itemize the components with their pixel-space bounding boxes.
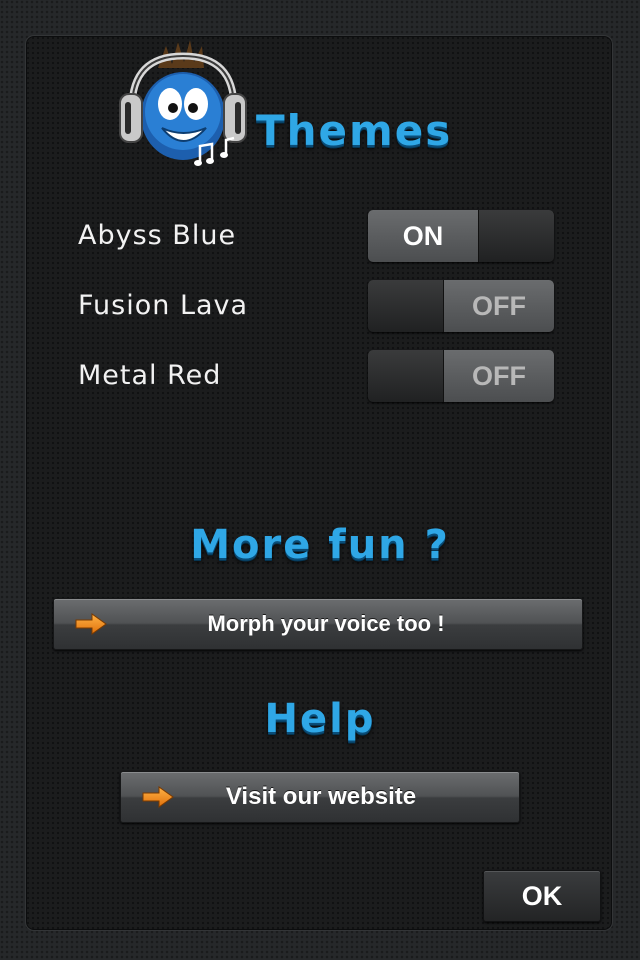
fusion-lava-toggle[interactable]: OFF <box>368 280 554 332</box>
theme-row-abyss-blue: Abyss Blue ON <box>78 210 558 264</box>
toggle-state-label: ON <box>368 210 478 262</box>
toggle-knob <box>368 280 444 332</box>
theme-label: Metal Red <box>78 360 222 391</box>
music-notes-icon <box>194 136 235 166</box>
toggle-knob <box>478 210 554 262</box>
toggle-state-label: OFF <box>444 350 554 402</box>
morph-voice-label: Morph your voice too ! <box>207 611 445 636</box>
morph-voice-button[interactable]: Morph your voice too ! <box>53 598 583 650</box>
toggle-knob <box>368 350 444 402</box>
visit-website-label: Visit our website <box>225 783 417 810</box>
metal-red-toggle[interactable]: OFF <box>368 350 554 402</box>
theme-label: Abyss Blue <box>78 220 237 251</box>
abyss-blue-toggle[interactable]: ON <box>368 210 554 262</box>
toggle-state-label: OFF <box>444 280 554 332</box>
theme-row-metal-red: Metal Red OFF <box>78 350 558 404</box>
more-fun-title: More fun ? <box>190 522 450 568</box>
themes-title: Themes <box>256 106 453 155</box>
themes-header: Themes <box>118 38 478 178</box>
help-title: Help <box>264 696 376 742</box>
ok-button[interactable]: OK <box>483 870 601 922</box>
visit-website-button[interactable]: Visit our website <box>120 771 520 823</box>
theme-label: Fusion Lava <box>78 290 249 321</box>
theme-row-fusion-lava: Fusion Lava OFF <box>78 280 558 334</box>
